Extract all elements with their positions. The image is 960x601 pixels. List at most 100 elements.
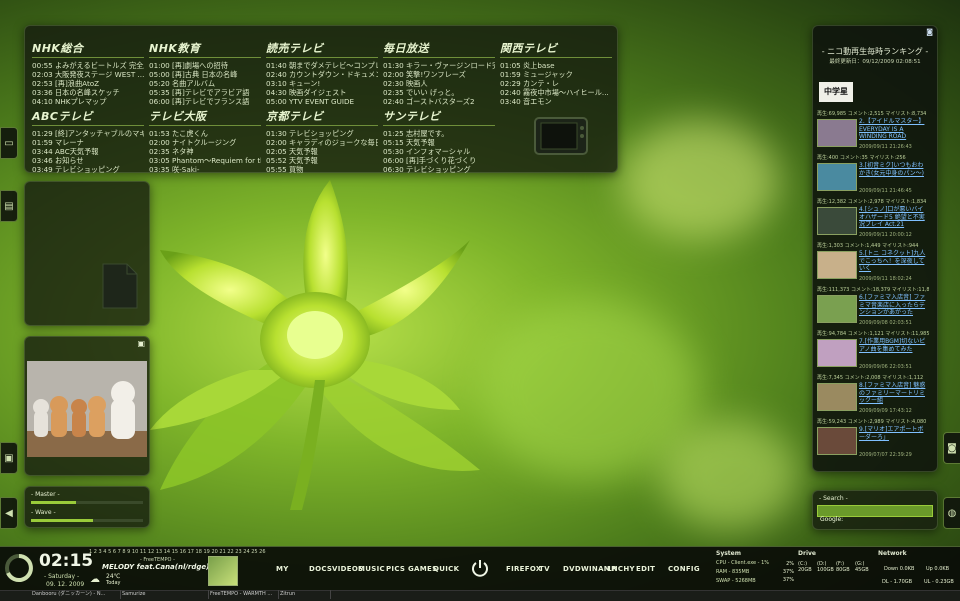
program-row[interactable]: 02:30 映画人 <box>383 79 495 88</box>
program-row[interactable]: 02:00 キャラディのジョークな毎日 <box>266 138 378 147</box>
menu-item-quick[interactable]: QUICK <box>433 565 459 573</box>
program-row[interactable]: 01:29 [終]アンタッチャブルのマキマ... <box>32 129 144 138</box>
menu-item-tv[interactable]: TV <box>539 565 550 573</box>
menu-item-pics[interactable]: PICS <box>386 565 405 573</box>
program-row[interactable]: 04:30 映画ダイジェスト <box>266 88 378 97</box>
tv-tab[interactable]: ▭ <box>0 127 18 159</box>
video-title-link[interactable]: 3.[初音ミク]いつもおわかき(女元中身のパン～) <box>859 162 929 177</box>
program-row[interactable]: 03:46 お知らせ <box>32 156 144 165</box>
taskbar-button[interactable]: Zitrun <box>270 590 331 599</box>
program-row[interactable]: 05:00 YTV EVENT GUIDE <box>266 97 378 106</box>
ranking-item[interactable]: 再生:12,382 コメント:2,978 マイリスト:1,834 4.[シュノ]口… <box>817 198 929 240</box>
menu-item-firefox[interactable]: FIREFOX <box>506 565 542 573</box>
program-row[interactable]: 06:00 [再]手づくり花づくり <box>383 156 495 165</box>
menu-item-lnchy[interactable]: LNCHY <box>607 565 635 573</box>
video-thumbnail[interactable] <box>817 207 857 235</box>
ranking-item[interactable]: 再生:1,303 コメント:1,449 マイリスト:944 5.[トニ コネクット… <box>817 242 929 284</box>
program-row[interactable]: 03:36 日本の名峰スケッチ <box>32 88 144 97</box>
menu-item-docs[interactable]: DOCS <box>309 565 332 573</box>
program-row[interactable]: 01:05 炎上base <box>500 61 612 70</box>
document-panel[interactable] <box>24 181 150 326</box>
program-row[interactable]: 03:05 Phantom～Requiem for the ... <box>149 156 261 165</box>
video-thumbnail[interactable] <box>817 427 857 455</box>
volume-tab[interactable]: ◀ <box>0 497 18 529</box>
menu-item-config[interactable]: CONFIG <box>668 565 700 573</box>
program-row[interactable]: 03:35 咲-Saki- <box>149 165 261 174</box>
video-thumbnail[interactable] <box>817 295 857 323</box>
program-row[interactable]: 01:30 テレビショッピング <box>266 129 378 138</box>
rss-icon[interactable]: ◙ <box>926 28 933 36</box>
calendar-strip[interactable]: 1 2 3 4 5 6 7 8 9 10 11 12 13 14 15 16 1… <box>89 549 266 555</box>
drive-item[interactable]: (F:) 80GB <box>836 561 852 573</box>
program-row[interactable]: 02:05 天気予報 <box>266 147 378 156</box>
program-row[interactable]: 02:40 カウントダウン・ドキュメント ... <box>266 70 378 79</box>
program-row[interactable]: 06:00 [再]テレビでフランス語 <box>149 97 261 106</box>
program-row[interactable]: 02:29 カンテ・レ <box>500 79 612 88</box>
program-row[interactable]: 05:55 買物 <box>266 165 378 174</box>
kitten-photo[interactable] <box>27 361 147 457</box>
program-row[interactable]: 05:15 天気予報 <box>383 138 495 147</box>
menu-item-edit[interactable]: EDIT <box>636 565 655 573</box>
program-row[interactable]: 05:30 インフォマーシャル <box>383 147 495 156</box>
program-row[interactable]: 02:53 [再]浪曲AtoZ <box>32 79 144 88</box>
music-track[interactable]: MELODY feat.Cana(nl/rdge) <box>102 563 209 571</box>
program-row[interactable]: 02:00 ナイトクルージング <box>149 138 261 147</box>
ranking-item[interactable]: 再生:59,243 コメント:2,989 マイリスト:4,080 9.[マリオ]エ… <box>817 418 929 460</box>
program-row[interactable]: 03:44 ABC天気予報 <box>32 147 144 156</box>
power-icon[interactable] <box>470 558 490 578</box>
ranking-item[interactable]: 再生:400 コメント:35 マイリスト:256 3.[初音ミク]いつもおわかき(… <box>817 154 929 196</box>
video-title-link[interactable]: 6.[ファミマ入店音] ファミマ音楽店に入ったらテンションがあがった <box>859 294 929 317</box>
video-title-link[interactable]: 7.[作業用BGM]切ないピアノ曲を集めてみた <box>859 338 929 353</box>
top-banner[interactable]: 中学星 <box>819 82 853 102</box>
rss-tab[interactable]: ◙ <box>943 432 960 464</box>
program-row[interactable]: 05:35 [再]テレビでアラビア語 <box>149 88 261 97</box>
program-row[interactable]: 02:03 大阪発夜ステージ WEST ... <box>32 70 144 79</box>
video-title-link[interactable]: 2.【アイドルマスター】EVERYDAY IS A WINDING ROAD <box>859 118 929 141</box>
program-row[interactable]: 02:35 でいい げっと。 <box>383 88 495 97</box>
program-row[interactable]: 01:59 ミュージャック <box>500 70 612 79</box>
menu-item-my[interactable]: MY <box>276 565 289 573</box>
ranking-item[interactable]: 再生:69,985 コメント:2,515 マイリスト:8,734 2.【アイドルマ… <box>817 110 929 152</box>
program-row[interactable]: 06:30 テレビショッピング <box>383 165 495 174</box>
program-row[interactable]: 01:30 キラー・ヴァージンロード完全... <box>383 61 495 70</box>
program-row[interactable]: 04:10 NHKプレマップ <box>32 97 144 106</box>
video-title-link[interactable]: 5.[トニ コネクット]九人でこっちへ！を深夜していく <box>859 250 929 273</box>
photo-icon[interactable]: ▣ <box>137 339 145 348</box>
photo-tab[interactable]: ▣ <box>0 442 18 474</box>
video-title-link[interactable]: 4.[シュノ]口が悪いバイオハザード5 絶望と不実況プレイ Act.21 <box>859 206 929 229</box>
master-slider[interactable] <box>31 501 143 504</box>
program-row[interactable]: 00:55 よみがえるビートルズ 完全版 <box>32 61 144 70</box>
video-thumbnail[interactable] <box>817 339 857 367</box>
program-row[interactable]: 03:40 音エモン <box>500 97 612 106</box>
program-row[interactable]: 02:35 ネタ神 <box>149 147 261 156</box>
video-thumbnail[interactable] <box>817 119 857 147</box>
ranking-item[interactable]: 再生:7,345 コメント:2,008 マイリスト:1,112 8.[ファミマ入店… <box>817 374 929 416</box>
program-row[interactable]: 01:00 [再]劇場への招待 <box>149 61 261 70</box>
drive-item[interactable]: (D:) 100GB <box>817 561 834 573</box>
program-row[interactable]: 05:00 [再]古典 日本の名峰 <box>149 70 261 79</box>
taskbar-button[interactable]: FreeTEMPO - WARMTH ... <box>200 590 279 599</box>
drive-item[interactable]: (G:) 45GB <box>855 561 871 573</box>
program-row[interactable]: 02:40 霧夜中市場～ハイヒール... <box>500 88 612 97</box>
taskbar-button[interactable]: Samurize <box>112 590 209 599</box>
menu-item-dvd[interactable]: DVD <box>563 565 581 573</box>
docs-tab[interactable]: ▤ <box>0 190 18 222</box>
menu-item-music[interactable]: MUSIC <box>358 565 385 573</box>
program-row[interactable]: 01:59 マレーナ <box>32 138 144 147</box>
program-row[interactable]: 01:40 朝までダメテレビ～コンプレッ... <box>266 61 378 70</box>
program-row[interactable]: 05:20 名曲アルバム <box>149 79 261 88</box>
program-row[interactable]: 02:40 ゴーストバスターズ2 <box>383 97 495 106</box>
video-thumbnail[interactable] <box>817 383 857 411</box>
program-row[interactable]: 01:25 志村屋です。 <box>383 129 495 138</box>
program-row[interactable]: 02:00 笑撃!ワンフレーズ <box>383 70 495 79</box>
video-title-link[interactable]: 9.[マリオ]エアポートボーダーろ」 <box>859 426 929 441</box>
ranking-item[interactable]: 再生:111,373 コメント:18,379 マイリスト:11,815 6.[ファ… <box>817 286 929 328</box>
video-thumbnail[interactable] <box>817 251 857 279</box>
program-row[interactable]: 03:10 キューン! <box>266 79 378 88</box>
ranking-item[interactable]: 再生:94,784 コメント:1,121 マイリスト:11,985 7.[作業用B… <box>817 330 929 372</box>
video-title-link[interactable]: 8.[ファミマ入店音] 魅惑のファミリーマートリミックー組 <box>859 382 929 405</box>
album-art[interactable] <box>208 556 238 586</box>
program-row[interactable]: 03:49 テレビショッピング <box>32 165 144 174</box>
search-input[interactable]: Google: <box>817 505 933 523</box>
video-thumbnail[interactable] <box>817 163 857 191</box>
